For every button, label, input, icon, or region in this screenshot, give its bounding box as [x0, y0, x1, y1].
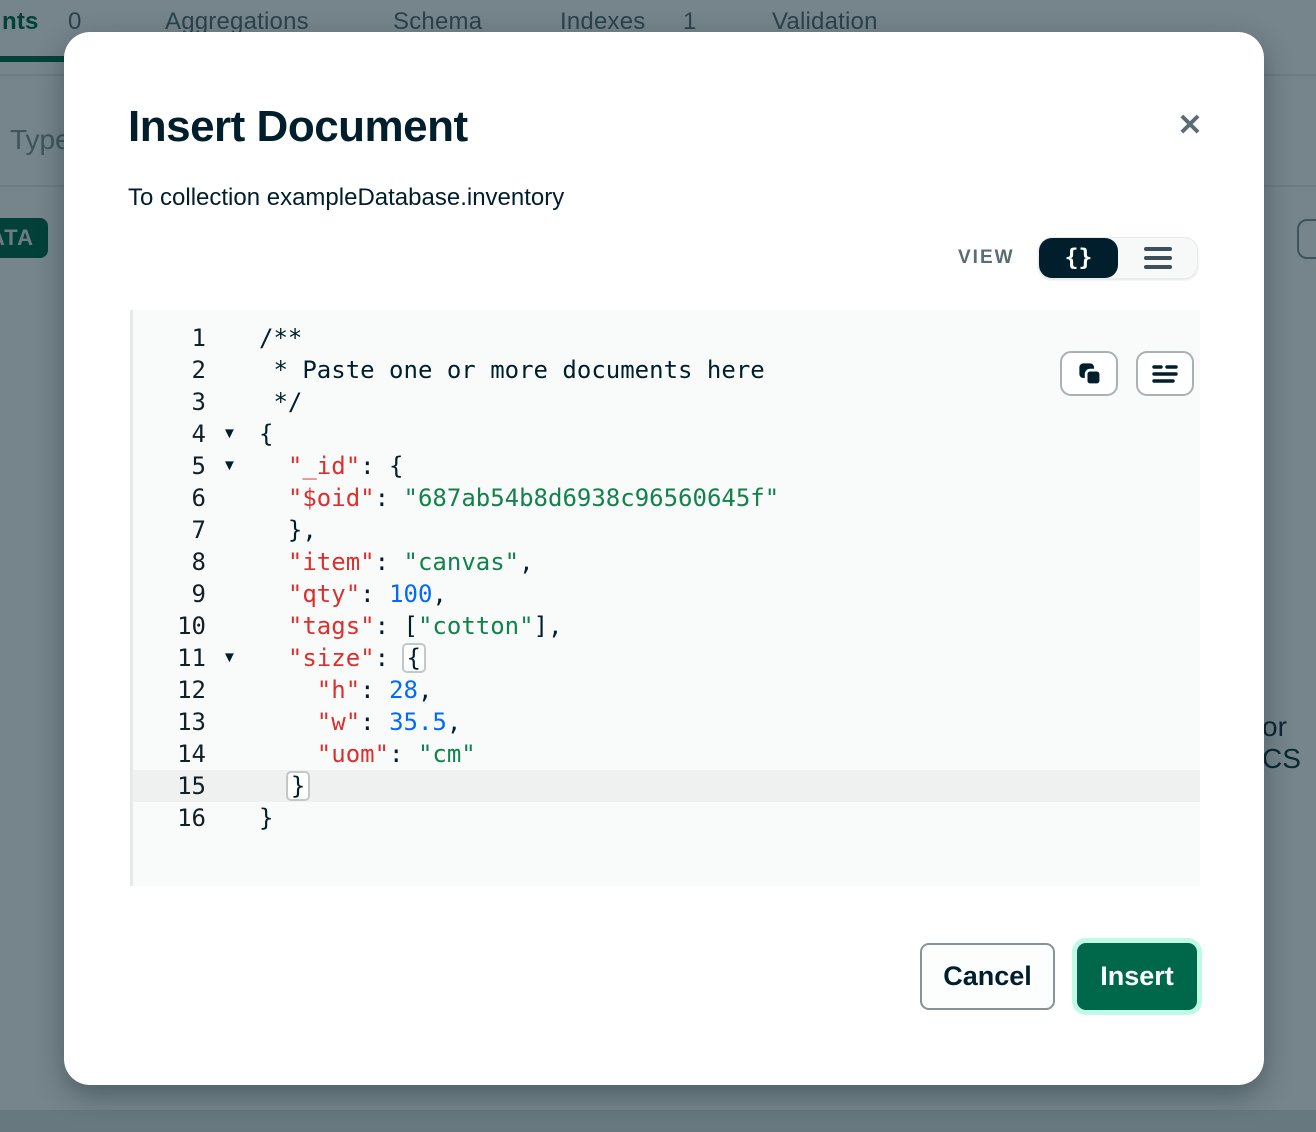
code-line[interactable]: 14 "uom": "cm"	[133, 738, 1200, 770]
view-label: VIEW	[958, 247, 1015, 269]
code-text: "uom": "cm"	[259, 738, 476, 770]
fold-gutter	[206, 354, 259, 386]
line-number: 6	[133, 482, 206, 514]
fold-arrow-icon[interactable]: ▼	[206, 642, 259, 674]
line-number: 11	[133, 642, 206, 674]
view-toggle-row: VIEW {}	[64, 237, 1264, 279]
code-line[interactable]: 12 "h": 28,	[133, 674, 1200, 706]
code-line[interactable]: 15 }	[133, 770, 1200, 802]
line-number: 10	[133, 610, 206, 642]
code-text: "size": {	[259, 642, 424, 674]
code-text: }	[259, 770, 308, 802]
code-text: "_id": {	[259, 450, 404, 482]
code-line[interactable]: 2 * Paste one or more documents here	[133, 354, 1200, 386]
fold-gutter	[206, 802, 259, 834]
code-line[interactable]: 1 /**	[133, 322, 1200, 354]
fold-gutter	[206, 386, 259, 418]
fold-gutter	[206, 770, 259, 802]
list-view-icon	[1144, 247, 1172, 269]
code-editor-lines: 1/**2 * Paste one or more documents here…	[133, 322, 1200, 834]
insert-button[interactable]: Insert	[1077, 943, 1197, 1010]
fold-gutter	[206, 674, 259, 706]
code-line[interactable]: 4▼{	[133, 418, 1200, 450]
line-number: 1	[133, 322, 206, 354]
code-line[interactable]: 16}	[133, 802, 1200, 834]
fold-gutter	[206, 578, 259, 610]
code-line[interactable]: 3 */	[133, 386, 1200, 418]
line-number: 2	[133, 354, 206, 386]
view-segmented-control: {}	[1038, 237, 1198, 279]
line-number: 4	[133, 418, 206, 450]
line-number: 15	[133, 770, 206, 802]
code-text: */	[259, 386, 302, 418]
line-number: 7	[133, 514, 206, 546]
cancel-button[interactable]: Cancel	[920, 943, 1055, 1010]
fold-gutter	[206, 738, 259, 770]
code-line[interactable]: 10 "tags": ["cotton"],	[133, 610, 1200, 642]
code-text: "$oid": "687ab54b8d6938c96560645f"	[259, 482, 779, 514]
json-view-button[interactable]: {}	[1039, 238, 1118, 278]
line-number: 8	[133, 546, 206, 578]
fold-arrow-icon[interactable]: ▼	[206, 450, 259, 482]
line-number: 12	[133, 674, 206, 706]
line-number: 9	[133, 578, 206, 610]
code-line[interactable]: 11▼ "size": {	[133, 642, 1200, 674]
code-text: }	[259, 802, 273, 834]
line-number: 3	[133, 386, 206, 418]
fold-arrow-icon[interactable]: ▼	[206, 418, 259, 450]
code-text: "w": 35.5,	[259, 706, 461, 738]
insert-document-modal: ✕ Insert Document To collection exampleD…	[64, 32, 1264, 1085]
fold-gutter	[206, 514, 259, 546]
fold-gutter	[206, 546, 259, 578]
copy-icon	[1076, 360, 1103, 387]
fold-gutter	[206, 482, 259, 514]
format-code-icon	[1151, 362, 1179, 386]
curly-braces-icon: {}	[1065, 245, 1093, 271]
code-line[interactable]: 7 },	[133, 514, 1200, 546]
format-button[interactable]	[1136, 351, 1194, 396]
code-text: /**	[259, 322, 302, 354]
copy-button[interactable]	[1060, 351, 1118, 396]
code-line[interactable]: 9 "qty": 100,	[133, 578, 1200, 610]
code-text: },	[259, 514, 317, 546]
modal-subtitle: To collection exampleDatabase.inventory	[128, 184, 564, 212]
line-number: 13	[133, 706, 206, 738]
line-number: 14	[133, 738, 206, 770]
close-icon[interactable]: ✕	[1172, 108, 1208, 144]
list-view-button[interactable]	[1118, 238, 1197, 278]
code-text: {	[259, 418, 273, 450]
line-number: 5	[133, 450, 206, 482]
code-line[interactable]: 13 "w": 35.5,	[133, 706, 1200, 738]
code-line[interactable]: 6 "$oid": "687ab54b8d6938c96560645f"	[133, 482, 1200, 514]
screen: nts 0 Aggregations Schema Indexes 1 Vali…	[0, 0, 1316, 1132]
line-number: 16	[133, 802, 206, 834]
code-line[interactable]: 8 "item": "canvas",	[133, 546, 1200, 578]
fold-gutter	[206, 322, 259, 354]
modal-title: Insert Document	[128, 102, 468, 152]
fold-gutter	[206, 610, 259, 642]
document-json-editor[interactable]: 1/**2 * Paste one or more documents here…	[130, 310, 1200, 886]
code-text: "tags": ["cotton"],	[259, 610, 562, 642]
code-text: "item": "canvas",	[259, 546, 534, 578]
fold-gutter	[206, 706, 259, 738]
code-text: "h": 28,	[259, 674, 432, 706]
code-text: * Paste one or more documents here	[259, 354, 765, 386]
code-line[interactable]: 5▼ "_id": {	[133, 450, 1200, 482]
code-text: "qty": 100,	[259, 578, 447, 610]
